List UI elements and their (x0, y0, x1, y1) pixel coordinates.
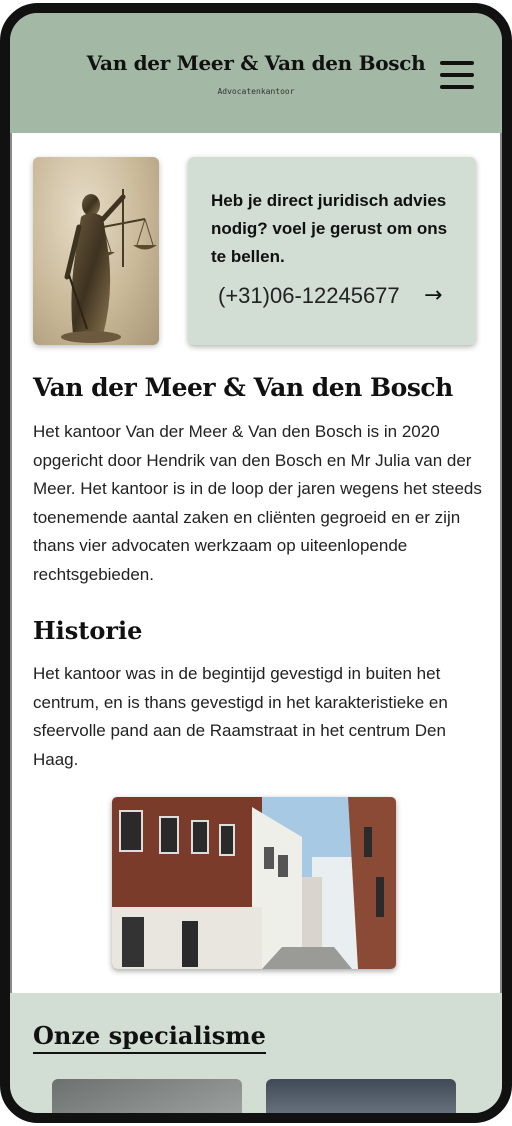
arrow-right-icon[interactable]: → (424, 283, 442, 308)
brand-subtitle: Advocatenkantoor (217, 87, 295, 96)
site-header: Van der Meer & Van den Bosch Advocatenka… (10, 13, 502, 133)
specialism-card-image[interactable] (266, 1079, 456, 1113)
phone-number-link[interactable]: (+31)06-12245677 (218, 283, 400, 309)
specialisms-section: Onze specialisme (10, 993, 502, 1113)
raamstraat-street-image (112, 797, 396, 969)
specialisms-heading: Onze specialisme (33, 1021, 266, 1054)
hamburger-menu-icon[interactable] (440, 61, 474, 91)
history-paragraph: Het kantoor was in de begintijd gevestig… (33, 664, 448, 769)
call-us-card[interactable]: Heb je direct juridisch advies nodig? vo… (188, 157, 476, 345)
specialism-card-image[interactable] (52, 1079, 242, 1113)
lady-justice-image (33, 157, 159, 345)
call-us-text: Heb je direct juridisch advies nodig? vo… (211, 191, 448, 266)
phone-frame: Van der Meer & Van den Bosch Advocatenka… (0, 3, 512, 1123)
history-heading: Historie (33, 616, 143, 645)
about-heading: Van der Meer & Van den Bosch (33, 373, 453, 402)
brand-title[interactable]: Van der Meer & Van den Bosch (10, 51, 502, 75)
about-paragraph: Het kantoor Van der Meer & Van den Bosch… (33, 422, 482, 584)
